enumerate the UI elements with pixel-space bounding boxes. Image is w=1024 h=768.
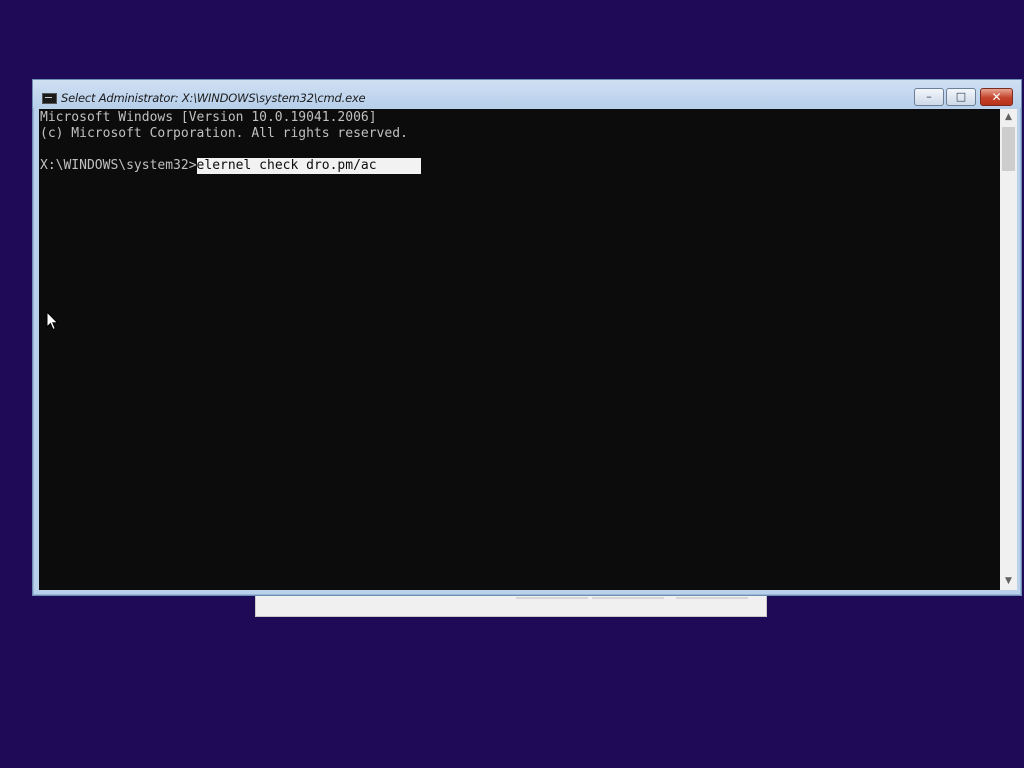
console-line-copyright: (c) Microsoft Corporation. All rights re… (40, 126, 408, 141)
scroll-thumb[interactable] (1002, 127, 1015, 171)
setup-dialog-remnant (255, 594, 767, 617)
cmd-icon[interactable] (42, 93, 57, 104)
command-line[interactable]: X:\WINDOWS\system32>elernel check dro.pm… (40, 158, 421, 174)
maximize-button[interactable]: □ (946, 88, 976, 106)
mouse-pointer-icon (46, 310, 59, 335)
selected-command-text[interactable]: elernel check dro.pm/ac (196, 158, 421, 174)
setup-dialog-divider (676, 597, 748, 599)
setup-dialog-divider (516, 597, 588, 599)
minimize-button[interactable]: – (914, 88, 944, 106)
scroll-down-arrow-icon[interactable]: ▼ (1000, 573, 1017, 590)
console-line-version: Microsoft Windows [Version 10.0.19041.20… (40, 110, 377, 125)
vertical-scrollbar[interactable]: ▲ ▼ (1000, 109, 1017, 590)
setup-dialog-divider (592, 597, 664, 599)
close-button[interactable]: ✕ (980, 88, 1013, 106)
title-bar[interactable]: Select Administrator: X:\WINDOWS\system3… (33, 80, 1021, 108)
cmd-window[interactable]: Select Administrator: X:\WINDOWS\system3… (32, 79, 1022, 596)
window-title: Select Administrator: X:\WINDOWS\system3… (61, 91, 366, 105)
prompt-text: X:\WINDOWS\system32> (40, 158, 197, 173)
scroll-up-arrow-icon[interactable]: ▲ (1000, 109, 1017, 126)
console-output[interactable]: Microsoft Windows [Version 10.0.19041.20… (39, 109, 1000, 590)
